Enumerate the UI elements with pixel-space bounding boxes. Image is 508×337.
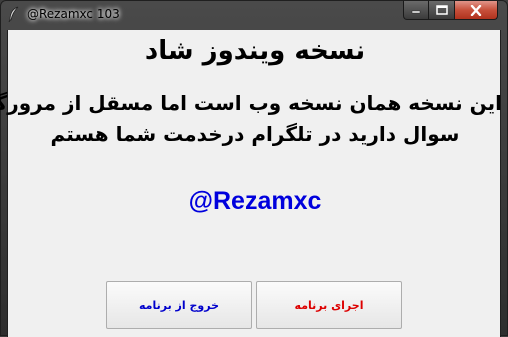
run-button[interactable]: اجرای برنامه	[256, 281, 402, 329]
maximize-button[interactable]	[428, 1, 455, 20]
description: این نسخه همان نسخه وب است اما مسقل از مر…	[0, 88, 502, 150]
maximize-icon	[435, 5, 448, 15]
minimize-button[interactable]	[403, 1, 429, 20]
close-icon	[470, 4, 482, 16]
client-area: نسخه ویندوز شاد این نسخه همان نسخه وب اس…	[0, 30, 502, 337]
window-title: @Rezamxc 103	[27, 7, 120, 21]
close-button[interactable]	[454, 1, 498, 20]
feather-icon	[7, 6, 21, 23]
description-line-1: این نسخه همان نسخه وب است اما مسقل از مر…	[0, 91, 502, 115]
app-window: @Rezamxc 103 نسخه ویندوز شاد این نسخه هم…	[0, 0, 508, 337]
telegram-handle: @Rezamxc	[188, 187, 322, 215]
page-title: نسخه ویندوز شاد	[144, 36, 366, 66]
description-line-2: سوال دارید در تلگرام درخدمت شما هستم	[50, 122, 460, 146]
title-bar[interactable]: @Rezamxc 103	[1, 1, 507, 29]
exit-button[interactable]: خروج از برنامه	[106, 281, 252, 329]
minimize-icon	[411, 10, 421, 14]
